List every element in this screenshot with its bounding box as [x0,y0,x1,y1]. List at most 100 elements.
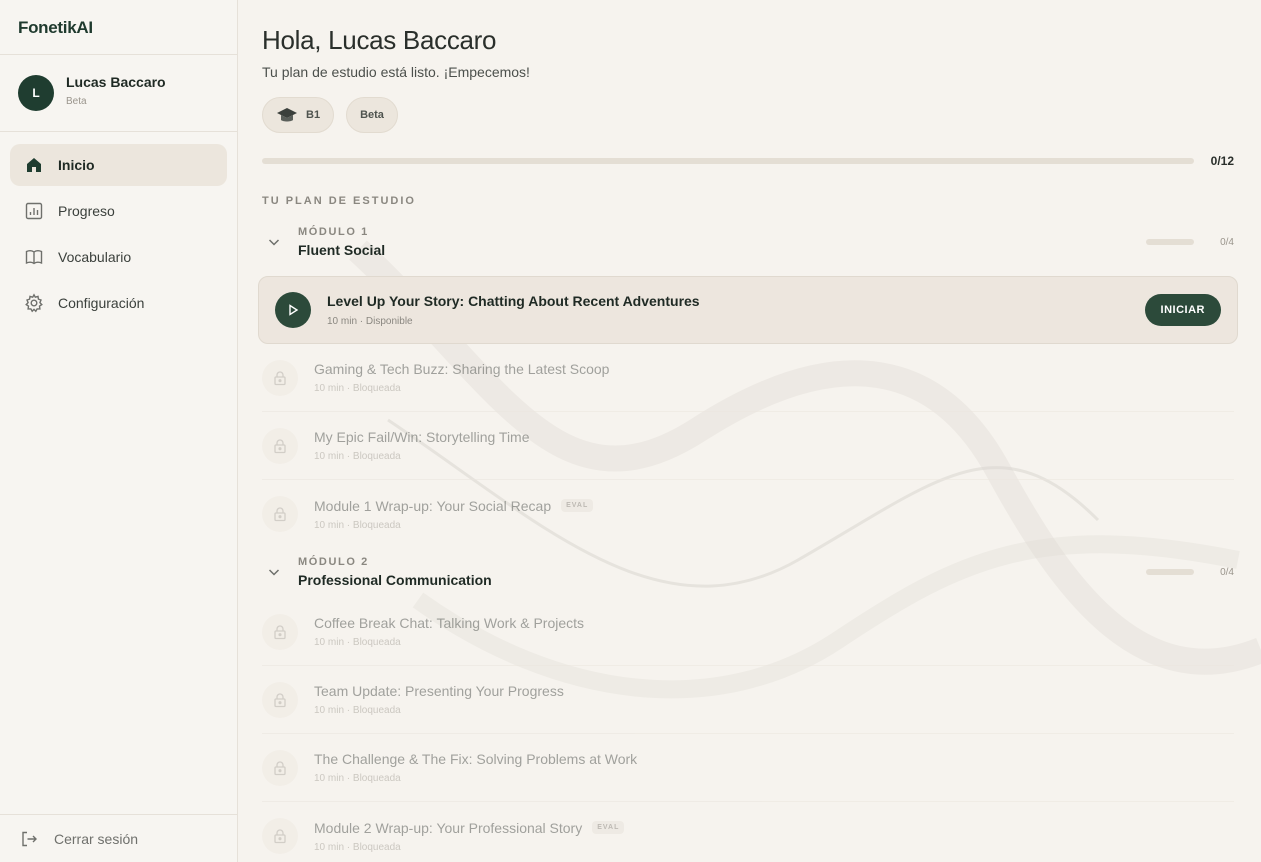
sidebar-item-configuracion[interactable]: Configuración [10,282,227,324]
lesson-title-text: Team Update: Presenting Your Progress [314,683,564,699]
lesson-meta: 10 min · Bloqueada [314,519,401,531]
sidebar: FonetikAI L Lucas Baccaro Beta Inicio Pr… [0,0,238,862]
brand-logo: FonetikAI [0,0,237,55]
gear-icon [24,293,44,313]
section-label: TU PLAN DE ESTUDIO [262,195,416,207]
book-icon [24,247,44,267]
module-titles: MÓDULO 1 Fluent Social [298,226,1146,258]
eval-badge: EVAL [592,821,625,834]
lesson-title: Module 1 Wrap-up: Your Social Recap EVAL [314,498,1234,514]
sidebar-item-vocabulario[interactable]: Vocabulario [10,236,227,278]
lesson-info: The Challenge & The Fix: Solving Problem… [314,751,1234,784]
lesson-info: Level Up Your Story: Chatting About Rece… [327,293,1145,327]
user-plan: Beta [66,95,87,107]
lesson-info: My Epic Fail/Win: Storytelling Time 10 m… [314,429,1234,462]
plan-chip[interactable]: Beta [346,97,398,133]
lesson-info: Gaming & Tech Buzz: Sharing the Latest S… [314,361,1234,394]
lock-icon [262,359,298,396]
graduation-cap-icon [277,108,297,122]
module-label: MÓDULO 2 [298,556,369,568]
chart-icon [24,201,44,221]
lesson-meta: 10 min · Bloqueada [314,383,401,394]
start-lesson-button[interactable]: INICIAR [1144,294,1221,326]
overall-progress-bar [262,158,1194,164]
lesson-meta: 10 min · Bloqueada [314,841,401,853]
lock-icon [262,749,298,786]
lesson-card-locked: My Epic Fail/Win: Storytelling Time 10 m… [262,412,1234,480]
logout-icon [22,831,37,846]
lesson-title: Coffee Break Chat: Talking Work & Projec… [314,615,1234,631]
chevron-down-icon[interactable] [262,564,286,580]
user-profile[interactable]: L Lucas Baccaro Beta [0,55,237,132]
lesson-info: Team Update: Presenting Your Progress 10… [314,683,1234,716]
lesson-title-text: Gaming & Tech Buzz: Sharing the Latest S… [314,361,610,377]
lesson-card-active[interactable]: Level Up Your Story: Chatting About Rece… [258,276,1238,344]
sidebar-item-label: Configuración [58,295,145,311]
module-header[interactable]: MÓDULO 2 Professional Communication 0/4 [262,556,1234,588]
play-icon [289,304,299,316]
lesson-meta: 10 min · Bloqueada [314,637,401,648]
home-icon [24,155,44,175]
sidebar-nav: Inicio Progreso Vocabulario Configuració… [0,132,237,340]
module-progress-count: 0/4 [1220,236,1234,248]
lock-icon [262,613,298,650]
lesson-meta: 10 min · Bloqueada [314,451,401,462]
lesson-title: Module 2 Wrap-up: Your Professional Stor… [314,820,1234,836]
sidebar-item-label: Vocabulario [58,249,132,265]
lesson-title: The Challenge & The Fix: Solving Problem… [314,751,1234,767]
lesson-info: Module 1 Wrap-up: Your Social Recap EVAL… [314,498,1234,531]
lesson-info: Coffee Break Chat: Talking Work & Projec… [314,615,1234,648]
sidebar-item-label: Inicio [58,157,95,173]
lesson-title-text: My Epic Fail/Win: Storytelling Time [314,429,530,445]
page-subtitle: Tu plan de estudio está listo. ¡Empecemo… [262,64,530,80]
lesson-title: Level Up Your Story: Chatting About Rece… [327,293,700,309]
module-label: MÓDULO 1 [298,226,369,238]
sidebar-item-label: Progreso [58,203,115,219]
sidebar-item-inicio[interactable]: Inicio [10,144,227,186]
module-progress-bar [1146,239,1194,245]
play-button[interactable] [275,292,311,328]
dashboard: Hola, Lucas Baccaro Tu plan de estudio e… [258,25,1238,862]
page-title: Hola, Lucas Baccaro [262,25,497,55]
user-meta: Lucas Baccaro Beta [66,74,166,107]
eval-badge: EVAL [561,499,594,512]
lesson-card-locked: Module 1 Wrap-up: Your Social Recap EVAL… [262,480,1234,548]
lesson-title-text: The Challenge & The Fix: Solving Problem… [314,751,638,767]
lesson-meta: 10 min · Bloqueada [314,773,401,784]
lesson-info: Module 2 Wrap-up: Your Professional Stor… [314,820,1234,853]
lesson-card-locked: The Challenge & The Fix: Solving Problem… [262,734,1234,802]
lesson-title: Gaming & Tech Buzz: Sharing the Latest S… [314,361,1234,377]
lesson-title: My Epic Fail/Win: Storytelling Time [314,429,1234,445]
avatar: L [18,75,54,111]
lesson-meta: 10 min · Bloqueada [314,705,401,716]
lesson-title-text: Module 1 Wrap-up: Your Social Recap [314,497,552,514]
lesson-card-locked: Gaming & Tech Buzz: Sharing the Latest S… [262,344,1234,412]
module-header[interactable]: MÓDULO 1 Fluent Social 0/4 [262,226,1234,258]
module-progress-bar [1146,569,1194,575]
overall-progress: 0/12 [262,154,1234,168]
lesson-meta: 10 min · Disponible [327,316,413,327]
lock-icon [262,818,298,854]
lesson-title-text: Module 2 Wrap-up: Your Professional Stor… [314,819,583,836]
module-progress-count: 0/4 [1220,566,1234,578]
lesson-card-locked: Coffee Break Chat: Talking Work & Projec… [262,598,1234,666]
module-titles: MÓDULO 2 Professional Communication [298,556,1146,588]
lesson-card-locked: Module 2 Wrap-up: Your Professional Stor… [262,802,1234,862]
sidebar-item-progreso[interactable]: Progreso [10,190,227,232]
lock-icon [262,427,298,464]
overall-progress-count: 0/12 [1210,154,1234,168]
chip-row: B1 Beta [262,97,1234,133]
lesson-title: Team Update: Presenting Your Progress [314,683,1234,699]
logout-button[interactable]: Cerrar sesión [0,814,237,862]
app-root: FonetikAI L Lucas Baccaro Beta Inicio Pr… [0,0,1261,862]
lock-icon [262,496,298,532]
lesson-title-text: Coffee Break Chat: Talking Work & Projec… [314,615,585,631]
main-content: Hola, Lucas Baccaro Tu plan de estudio e… [238,0,1261,862]
chevron-down-icon[interactable] [262,234,286,250]
logout-label: Cerrar sesión [54,830,139,847]
level-chip[interactable]: B1 [262,97,335,133]
user-name: Lucas Baccaro [66,73,166,90]
module-title: Professional Communication [298,572,492,588]
level-chip-label: B1 [306,109,321,121]
